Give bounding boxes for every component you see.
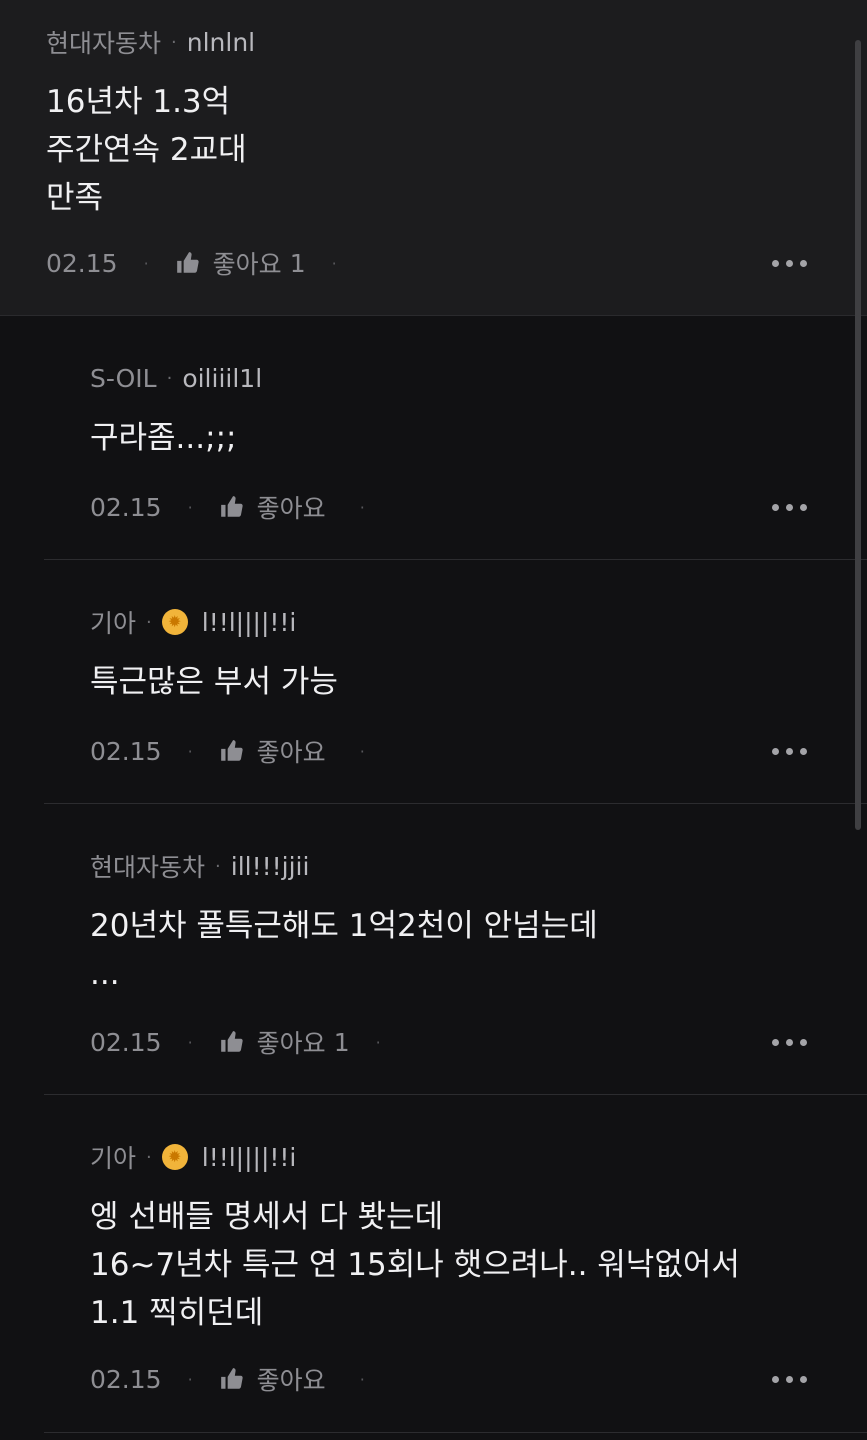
more-dots-icon bbox=[772, 503, 779, 511]
separator-dot: · bbox=[359, 497, 365, 517]
comment-date: 02.15 bbox=[90, 736, 162, 766]
more-dots-icon bbox=[772, 747, 779, 755]
more-options-button[interactable] bbox=[772, 1369, 807, 1389]
separator-dot: · bbox=[187, 1369, 193, 1389]
comment-text: 구라좀...;;; bbox=[90, 420, 237, 456]
nickname[interactable]: nlnlnl bbox=[187, 28, 255, 57]
more-options-button[interactable] bbox=[772, 1032, 807, 1052]
comment-actions: 02.15 · 좋아요 · bbox=[90, 1361, 391, 1397]
more-dots-icon bbox=[772, 259, 779, 267]
thumbs-up-icon bbox=[220, 496, 243, 517]
nickname[interactable]: ill!!!jjii bbox=[231, 852, 310, 881]
like-button[interactable]: 좋아요 bbox=[219, 489, 334, 525]
more-options-button[interactable] bbox=[772, 741, 807, 761]
separator-dot: · bbox=[146, 1146, 152, 1168]
separator-dot: · bbox=[171, 31, 177, 53]
more-options-button[interactable] bbox=[772, 497, 807, 517]
like-button[interactable]: 좋아요 1 bbox=[219, 1024, 350, 1060]
comment-author: S-OIL · oiliiil1l bbox=[90, 362, 262, 394]
like-button[interactable]: 좋아요 1 bbox=[175, 245, 306, 281]
like-count: 1 bbox=[289, 248, 306, 278]
separator-dot: · bbox=[187, 741, 193, 761]
verified-badge-icon: ✹ bbox=[161, 1144, 188, 1170]
comment-date: 02.15 bbox=[90, 492, 162, 522]
separator-dot: · bbox=[359, 741, 365, 761]
separator-dot: · bbox=[331, 253, 337, 273]
like-label: 좋아요 bbox=[256, 494, 326, 523]
separator-dot: · bbox=[187, 1032, 193, 1052]
company-name: 기아 bbox=[90, 609, 137, 638]
like-label: 좋아요 bbox=[256, 738, 326, 767]
comment-text: 16년차 1.3억 주간연속 2교대 만족 bbox=[46, 84, 247, 216]
company-name: S-OIL bbox=[90, 363, 157, 393]
comment-text: 엥 선배들 명세서 다 봣는데 16~7년차 특근 연 15회나 햇으려나.. … bbox=[90, 1199, 740, 1331]
nickname[interactable]: l!!l||||!!i bbox=[202, 608, 297, 637]
reply-item: S-OIL · oiliiil1l 구라좀...;;; 02.15 · 좋아요 … bbox=[44, 336, 867, 560]
reply-item: 현대자동차 · ill!!!jjii 20년차 풀특근해도 1억2천이 안넘는데… bbox=[44, 824, 867, 1095]
nickname[interactable]: oiliiil1l bbox=[182, 364, 262, 393]
comment-actions: 02.15 · 좋아요 1 · bbox=[46, 245, 363, 281]
separator-dot: · bbox=[215, 855, 221, 877]
comment-text: 20년차 풀특근해도 1억2천이 안넘는데 ... bbox=[90, 908, 598, 992]
comment-date: 02.15 bbox=[46, 248, 118, 278]
separator-dot: · bbox=[375, 1032, 381, 1052]
like-label: 좋아요 bbox=[256, 1366, 326, 1395]
nickname[interactable]: l!!l||||!!i bbox=[202, 1143, 297, 1172]
comment-item: 현대자동차 · nlnlnl 16년차 1.3억 주간연속 2교대 만족 02.… bbox=[0, 0, 867, 316]
company-name: 현대자동차 bbox=[90, 853, 206, 882]
reply-item: 기아 · ✹ l!!l||||!!i 특근많은 부서 가능 02.15 · 좋아… bbox=[44, 580, 867, 804]
more-options-button[interactable] bbox=[772, 253, 807, 273]
comment-actions: 02.15 · 좋아요 · bbox=[90, 733, 391, 769]
like-label: 좋아요 bbox=[212, 250, 282, 279]
verified-badge-icon: ✹ bbox=[161, 609, 188, 635]
like-button[interactable]: 좋아요 bbox=[219, 1361, 334, 1397]
separator-dot: · bbox=[166, 367, 173, 389]
comment-actions: 02.15 · 좋아요 1 · bbox=[90, 1024, 407, 1060]
scrollbar[interactable] bbox=[855, 40, 861, 830]
like-count: 1 bbox=[333, 1027, 350, 1057]
more-dots-icon bbox=[772, 1375, 779, 1383]
like-button[interactable]: 좋아요 bbox=[219, 733, 334, 769]
separator-dot: · bbox=[187, 497, 193, 517]
comment-author: 기아 · ✹ l!!l||||!!i bbox=[90, 1141, 297, 1174]
thumbs-up-icon bbox=[220, 1031, 243, 1052]
comment-date: 02.15 bbox=[90, 1364, 162, 1394]
like-label: 좋아요 bbox=[256, 1029, 326, 1058]
more-dots-icon bbox=[772, 1038, 779, 1046]
comment-author: 현대자동차 · nlnlnl bbox=[46, 26, 255, 59]
comment-text: 특근많은 부서 가능 bbox=[90, 664, 338, 700]
company-name: 기아 bbox=[90, 1144, 137, 1173]
thumbs-up-icon bbox=[220, 740, 243, 761]
thumbs-up-icon bbox=[176, 252, 199, 273]
separator-dot: · bbox=[359, 1369, 365, 1389]
separator-dot: · bbox=[146, 611, 152, 633]
thumbs-up-icon bbox=[220, 1368, 243, 1389]
separator-dot: · bbox=[143, 253, 149, 273]
comment-actions: 02.15 · 좋아요 · bbox=[90, 489, 391, 525]
company-name: 현대자동차 bbox=[46, 29, 162, 58]
reply-item: 기아 · ✹ l!!l||||!!i 엥 선배들 명세서 다 봣는데 16~7년… bbox=[44, 1115, 867, 1433]
comment-author: 기아 · ✹ l!!l||||!!i bbox=[90, 606, 297, 639]
comment-date: 02.15 bbox=[90, 1027, 162, 1057]
comment-author: 현대자동차 · ill!!!jjii bbox=[90, 850, 310, 883]
